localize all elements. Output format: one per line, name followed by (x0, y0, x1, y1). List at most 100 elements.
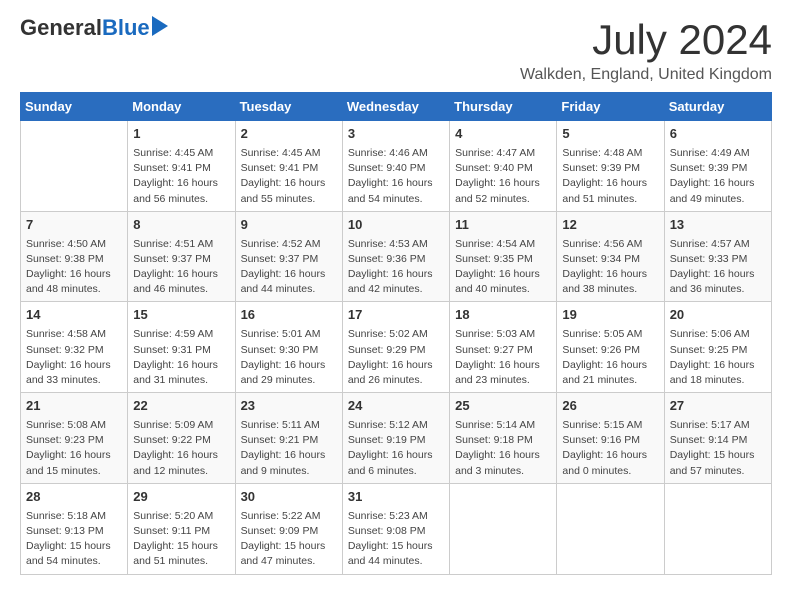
calendar-cell: 19 Sunrise: 5:05 AM Sunset: 9:26 PM Dayli… (557, 302, 664, 393)
day-info: Sunrise: 5:18 AM Sunset: 9:13 PM Dayligh… (26, 509, 122, 570)
day-info: Sunrise: 4:52 AM Sunset: 9:37 PM Dayligh… (241, 237, 337, 298)
day-info: Sunrise: 5:06 AM Sunset: 9:25 PM Dayligh… (670, 327, 766, 388)
calendar-cell (557, 483, 664, 574)
day-number: 17 (348, 306, 444, 325)
day-number: 27 (670, 397, 766, 416)
day-info: Sunrise: 4:47 AM Sunset: 9:40 PM Dayligh… (455, 146, 551, 207)
header-day-thursday: Thursday (450, 93, 557, 121)
day-number: 3 (348, 125, 444, 144)
header-day-wednesday: Wednesday (342, 93, 449, 121)
day-info: Sunrise: 5:22 AM Sunset: 9:09 PM Dayligh… (241, 509, 337, 570)
day-number: 23 (241, 397, 337, 416)
day-info: Sunrise: 5:11 AM Sunset: 9:21 PM Dayligh… (241, 418, 337, 479)
calendar-cell: 4 Sunrise: 4:47 AM Sunset: 9:40 PM Daylig… (450, 121, 557, 212)
calendar-cell: 24Sunrise: 5:12 AM Sunset: 9:19 PM Dayli… (342, 393, 449, 484)
day-number: 4 (455, 125, 551, 144)
day-info: Sunrise: 4:50 AM Sunset: 9:38 PM Dayligh… (26, 237, 122, 298)
calendar-cell (664, 483, 771, 574)
calendar-cell: 9 Sunrise: 4:52 AM Sunset: 9:37 PM Daylig… (235, 211, 342, 302)
day-info: Sunrise: 4:51 AM Sunset: 9:37 PM Dayligh… (133, 237, 229, 298)
day-info: Sunrise: 5:23 AM Sunset: 9:08 PM Dayligh… (348, 509, 444, 570)
day-number: 10 (348, 216, 444, 235)
calendar-cell: 31 Sunrise: 5:23 AM Sunset: 9:08 PM Dayli… (342, 483, 449, 574)
day-info: Sunrise: 5:03 AM Sunset: 9:27 PM Dayligh… (455, 327, 551, 388)
day-number: 1 (133, 125, 229, 144)
header-day-tuesday: Tuesday (235, 93, 342, 121)
day-number: 25 (455, 397, 551, 416)
day-info: Sunrise: 5:20 AM Sunset: 9:11 PM Dayligh… (133, 509, 229, 570)
day-info: Sunrise: 4:56 AM Sunset: 9:34 PM Dayligh… (562, 237, 658, 298)
calendar-cell (450, 483, 557, 574)
logo-general-text: General (20, 16, 102, 40)
day-number: 19 (562, 306, 658, 325)
calendar-cell: 25 Sunrise: 5:14 AM Sunset: 9:18 PM Dayli… (450, 393, 557, 484)
logo: General Blue (20, 16, 168, 40)
calendar-cell: 5 Sunrise: 4:48 AM Sunset: 9:39 PM Daylig… (557, 121, 664, 212)
month-title: July 2024 (520, 16, 772, 64)
calendar-cell: 26 Sunrise: 5:15 AM Sunset: 9:16 PM Dayli… (557, 393, 664, 484)
day-info: Sunrise: 5:12 AM Sunset: 9:19 PM Dayligh… (348, 418, 444, 479)
day-info: Sunrise: 4:45 AM Sunset: 9:41 PM Dayligh… (133, 146, 229, 207)
day-number: 16 (241, 306, 337, 325)
calendar-cell: 11Sunrise: 4:54 AM Sunset: 9:35 PM Dayli… (450, 211, 557, 302)
day-number: 31 (348, 488, 444, 507)
day-info: Sunrise: 4:58 AM Sunset: 9:32 PM Dayligh… (26, 327, 122, 388)
week-row-5: 28 Sunrise: 5:18 AM Sunset: 9:13 PM Dayli… (21, 483, 772, 574)
day-number: 15 (133, 306, 229, 325)
week-row-3: 14 Sunrise: 4:58 AM Sunset: 9:32 PM Dayli… (21, 302, 772, 393)
calendar-cell: 22Sunrise: 5:09 AM Sunset: 9:22 PM Dayli… (128, 393, 235, 484)
calendar-cell: 7Sunrise: 4:50 AM Sunset: 9:38 PM Daylig… (21, 211, 128, 302)
calendar-table: SundayMondayTuesdayWednesdayThursdayFrid… (20, 92, 772, 575)
calendar-cell: 18 Sunrise: 5:03 AM Sunset: 9:27 PM Dayli… (450, 302, 557, 393)
calendar-cell: 1 Sunrise: 4:45 AM Sunset: 9:41 PM Daylig… (128, 121, 235, 212)
day-info: Sunrise: 5:14 AM Sunset: 9:18 PM Dayligh… (455, 418, 551, 479)
day-info: Sunrise: 4:45 AM Sunset: 9:41 PM Dayligh… (241, 146, 337, 207)
day-number: 18 (455, 306, 551, 325)
calendar-cell: 29 Sunrise: 5:20 AM Sunset: 9:11 PM Dayli… (128, 483, 235, 574)
day-info: Sunrise: 4:54 AM Sunset: 9:35 PM Dayligh… (455, 237, 551, 298)
calendar-cell: 12 Sunrise: 4:56 AM Sunset: 9:34 PM Dayli… (557, 211, 664, 302)
day-number: 2 (241, 125, 337, 144)
day-info: Sunrise: 4:53 AM Sunset: 9:36 PM Dayligh… (348, 237, 444, 298)
day-number: 28 (26, 488, 122, 507)
day-number: 13 (670, 216, 766, 235)
page-header: General Blue July 2024 Walkden, England,… (20, 16, 772, 84)
calendar-cell: 21Sunrise: 5:08 AM Sunset: 9:23 PM Dayli… (21, 393, 128, 484)
calendar-cell: 13 Sunrise: 4:57 AM Sunset: 9:33 PM Dayli… (664, 211, 771, 302)
week-row-1: 1 Sunrise: 4:45 AM Sunset: 9:41 PM Daylig… (21, 121, 772, 212)
calendar-cell: 8 Sunrise: 4:51 AM Sunset: 9:37 PM Daylig… (128, 211, 235, 302)
calendar-cell: 6 Sunrise: 4:49 AM Sunset: 9:39 PM Daylig… (664, 121, 771, 212)
logo-blue-text: Blue (102, 16, 150, 40)
day-number: 30 (241, 488, 337, 507)
calendar-cell: 20 Sunrise: 5:06 AM Sunset: 9:25 PM Dayli… (664, 302, 771, 393)
day-number: 12 (562, 216, 658, 235)
day-info: Sunrise: 4:46 AM Sunset: 9:40 PM Dayligh… (348, 146, 444, 207)
day-info: Sunrise: 5:15 AM Sunset: 9:16 PM Dayligh… (562, 418, 658, 479)
calendar-cell: 15Sunrise: 4:59 AM Sunset: 9:31 PM Dayli… (128, 302, 235, 393)
day-info: Sunrise: 4:57 AM Sunset: 9:33 PM Dayligh… (670, 237, 766, 298)
calendar-cell: 14 Sunrise: 4:58 AM Sunset: 9:32 PM Dayli… (21, 302, 128, 393)
calendar-cell: 23 Sunrise: 5:11 AM Sunset: 9:21 PM Dayli… (235, 393, 342, 484)
day-number: 14 (26, 306, 122, 325)
day-info: Sunrise: 4:49 AM Sunset: 9:39 PM Dayligh… (670, 146, 766, 207)
day-number: 9 (241, 216, 337, 235)
day-number: 26 (562, 397, 658, 416)
day-number: 5 (562, 125, 658, 144)
day-info: Sunrise: 5:05 AM Sunset: 9:26 PM Dayligh… (562, 327, 658, 388)
day-info: Sunrise: 5:17 AM Sunset: 9:14 PM Dayligh… (670, 418, 766, 479)
calendar-cell: 10 Sunrise: 4:53 AM Sunset: 9:36 PM Dayli… (342, 211, 449, 302)
header-day-sunday: Sunday (21, 93, 128, 121)
day-info: Sunrise: 4:48 AM Sunset: 9:39 PM Dayligh… (562, 146, 658, 207)
day-info: Sunrise: 5:08 AM Sunset: 9:23 PM Dayligh… (26, 418, 122, 479)
header-day-saturday: Saturday (664, 93, 771, 121)
week-row-4: 21Sunrise: 5:08 AM Sunset: 9:23 PM Dayli… (21, 393, 772, 484)
day-number: 29 (133, 488, 229, 507)
header-day-monday: Monday (128, 93, 235, 121)
title-block: July 2024 Walkden, England, United Kingd… (520, 16, 772, 84)
day-number: 6 (670, 125, 766, 144)
day-number: 8 (133, 216, 229, 235)
day-info: Sunrise: 5:02 AM Sunset: 9:29 PM Dayligh… (348, 327, 444, 388)
calendar-cell: 27 Sunrise: 5:17 AM Sunset: 9:14 PM Dayli… (664, 393, 771, 484)
day-number: 20 (670, 306, 766, 325)
header-day-friday: Friday (557, 93, 664, 121)
